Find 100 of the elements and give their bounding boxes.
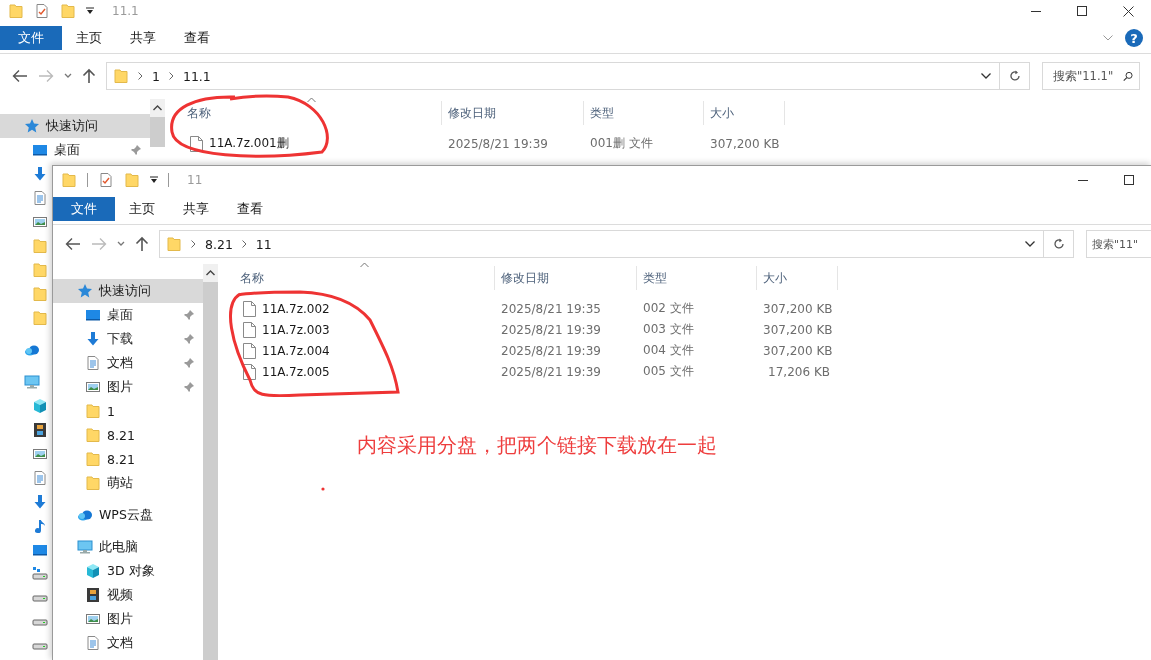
scroll-up-icon[interactable] bbox=[153, 105, 162, 111]
file-name[interactable]: 11A.7z.001删 bbox=[209, 135, 289, 152]
star-icon bbox=[77, 283, 93, 299]
file-name[interactable]: 11A.7z.005 bbox=[262, 364, 330, 379]
window-title: 11 bbox=[187, 172, 203, 187]
file-type: 003 文件 bbox=[643, 322, 694, 336]
nav-item[interactable]: 8.21 bbox=[53, 447, 203, 471]
back-button[interactable] bbox=[12, 69, 28, 83]
picture-icon bbox=[32, 446, 48, 462]
nav-item[interactable]: 图片 bbox=[53, 375, 203, 399]
ribbon-tab[interactable]: 主页 bbox=[62, 26, 116, 50]
nav-item[interactable]: 文档 bbox=[53, 351, 203, 375]
breadcrumb[interactable]: 11 bbox=[255, 236, 272, 252]
document-icon bbox=[32, 190, 48, 206]
chevron-down-icon bbox=[64, 73, 72, 79]
nav-item[interactable]: 视频 bbox=[53, 583, 203, 607]
back-arrow-icon bbox=[65, 237, 81, 251]
column-header[interactable]: 大小 bbox=[704, 101, 785, 125]
file-name[interactable]: 11A.7z.003 bbox=[262, 322, 330, 337]
up-button[interactable] bbox=[82, 68, 96, 84]
maximize-icon bbox=[1124, 174, 1134, 185]
nav-item[interactable]: 1 bbox=[53, 399, 203, 423]
ribbon-tab[interactable]: 查看 bbox=[223, 197, 277, 221]
search-field[interactable]: 搜索"11.1" bbox=[1042, 62, 1140, 90]
help-button[interactable]: ? bbox=[1125, 29, 1143, 47]
up-arrow-icon bbox=[135, 236, 149, 252]
ribbon-tab[interactable]: 查看 bbox=[170, 26, 224, 50]
annotation-text: 内容采用分盘，把两个链接下载放在一起 bbox=[357, 432, 717, 459]
address-dropdown[interactable] bbox=[1025, 241, 1035, 247]
recent-locations-button[interactable] bbox=[117, 241, 125, 247]
up-arrow-icon bbox=[82, 68, 96, 84]
scroll-up-icon[interactable] bbox=[206, 270, 215, 276]
ribbon-tab[interactable]: 文件 bbox=[53, 197, 115, 221]
network-drive-icon bbox=[32, 566, 48, 582]
star-icon bbox=[24, 118, 40, 134]
refresh-icon bbox=[1052, 238, 1065, 250]
file-type: 001删 文件 bbox=[590, 136, 653, 150]
chevron-down-icon[interactable] bbox=[1103, 35, 1113, 41]
folder-icon bbox=[32, 238, 48, 254]
column-header[interactable]: 名称 bbox=[165, 101, 442, 125]
chevron-down-icon bbox=[1025, 241, 1035, 247]
nav-item[interactable]: 桌面 bbox=[0, 138, 150, 162]
back-button[interactable] bbox=[65, 237, 81, 251]
nav-item[interactable]: 快速访问 bbox=[53, 279, 203, 303]
column-header[interactable]: 类型 bbox=[584, 101, 704, 125]
column-header[interactable]: 修改日期 bbox=[442, 101, 584, 125]
folder-icon bbox=[32, 286, 48, 302]
address-bar[interactable]: 8.21 11 bbox=[159, 230, 1044, 258]
nav-item[interactable]: 图片 bbox=[53, 607, 203, 631]
modified-date: 2025/8/21 19:35 bbox=[501, 301, 601, 316]
file-icon bbox=[243, 342, 256, 359]
nav-item[interactable]: 下载 bbox=[53, 327, 203, 351]
checklist-icon[interactable] bbox=[98, 171, 114, 188]
column-header[interactable]: 修改日期 bbox=[495, 266, 637, 290]
breadcrumb[interactable]: 8.21 bbox=[205, 236, 233, 252]
folder-icon bbox=[32, 262, 48, 278]
dropdown-icon[interactable] bbox=[150, 175, 158, 184]
file-name[interactable]: 11A.7z.004 bbox=[262, 343, 330, 358]
picture-icon bbox=[32, 214, 48, 230]
nav-item[interactable]: 萌站 bbox=[53, 471, 203, 495]
back-arrow-icon bbox=[12, 69, 28, 83]
scrollbar[interactable] bbox=[150, 99, 165, 147]
breadcrumb[interactable]: 11.1 bbox=[182, 68, 211, 84]
maximize-icon bbox=[1077, 6, 1087, 16]
chevron-right-icon bbox=[168, 72, 174, 80]
forward-arrow-icon bbox=[38, 69, 54, 83]
down-arrow-icon bbox=[85, 331, 101, 347]
file-type: 002 文件 bbox=[643, 301, 694, 315]
folder-icon bbox=[85, 475, 101, 491]
column-header[interactable]: 大小 bbox=[757, 266, 838, 290]
nav-item[interactable]: 桌面 bbox=[53, 303, 203, 327]
ribbon-tab[interactable]: 主页 bbox=[115, 197, 169, 221]
address-bar[interactable]: 1 11.1 bbox=[106, 62, 1000, 90]
scrollbar[interactable] bbox=[203, 264, 218, 660]
recent-locations-button[interactable] bbox=[64, 73, 72, 79]
sort-caret-icon bbox=[360, 262, 369, 268]
column-header[interactable]: 名称 bbox=[218, 266, 495, 290]
file-icon bbox=[243, 300, 256, 317]
document-icon bbox=[32, 470, 48, 486]
ribbon-tab[interactable]: 共享 bbox=[169, 197, 223, 221]
file-size: 307,200 KB bbox=[763, 322, 833, 337]
refresh-button[interactable] bbox=[1000, 62, 1030, 90]
up-button[interactable] bbox=[135, 236, 149, 252]
nav-item[interactable]: 3D 对象 bbox=[53, 559, 203, 583]
refresh-button[interactable] bbox=[1044, 230, 1074, 258]
search-field[interactable]: 搜索"11" bbox=[1086, 230, 1151, 258]
nav-item[interactable]: 8.21 bbox=[53, 423, 203, 447]
breadcrumb[interactable]: 1 bbox=[152, 68, 160, 84]
nav-item[interactable]: 文档 bbox=[53, 631, 203, 655]
nav-item[interactable]: 此电脑 bbox=[53, 535, 203, 559]
file-name[interactable]: 11A.7z.002 bbox=[262, 301, 330, 316]
nav-item[interactable]: WPS云盘 bbox=[53, 503, 203, 527]
nav-item[interactable]: 快速访问 bbox=[0, 114, 150, 138]
dropdown-icon[interactable] bbox=[86, 7, 94, 15]
column-header[interactable]: 类型 bbox=[637, 266, 757, 290]
ribbon-tab[interactable]: 文件 bbox=[0, 26, 62, 50]
ribbon-tab[interactable]: 共享 bbox=[116, 26, 170, 50]
address-dropdown[interactable] bbox=[981, 73, 991, 79]
checklist-icon[interactable] bbox=[34, 3, 50, 19]
chevron-right-icon bbox=[138, 72, 143, 80]
